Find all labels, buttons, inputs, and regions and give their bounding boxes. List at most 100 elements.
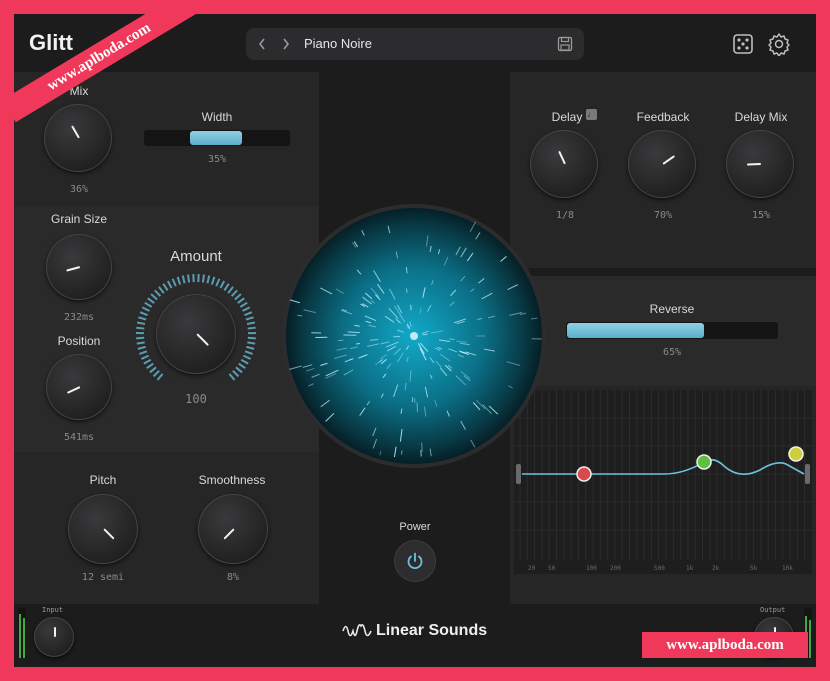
preset-prev-button[interactable] xyxy=(252,33,272,55)
amount-ring-tick xyxy=(136,336,145,340)
width-value: 35% xyxy=(207,154,227,165)
input-gain-knob[interactable] xyxy=(34,617,74,657)
settings-button[interactable] xyxy=(766,31,792,57)
amount-ring-tick xyxy=(176,276,182,285)
eq-freq-tick: 500 xyxy=(654,565,665,572)
amount-ring-tick xyxy=(156,373,164,381)
amount-ring-tick xyxy=(141,306,150,312)
preset-bar: Piano Noire xyxy=(246,28,584,60)
eq-node-high[interactable] xyxy=(788,446,804,462)
position-value: 541ms xyxy=(63,432,95,443)
waveform-logo-icon xyxy=(342,624,372,637)
pitch-knob[interactable] xyxy=(68,494,138,564)
delay-mix-label: Delay Mix xyxy=(734,110,788,124)
delay-mix-knob[interactable] xyxy=(726,130,794,198)
amount-ring-tick xyxy=(171,278,177,287)
power-icon xyxy=(407,552,423,570)
eq-highcut-handle[interactable] xyxy=(805,464,810,484)
amount-ring-tick xyxy=(150,293,158,301)
output-label: Output xyxy=(760,606,786,614)
smoothness-knob[interactable] xyxy=(198,494,268,564)
eq-freq-tick: 50 xyxy=(548,565,556,572)
gear-icon xyxy=(768,33,790,56)
amount-ring-tick xyxy=(245,316,254,321)
eq-node-low[interactable] xyxy=(576,466,592,482)
brand-name: Linear Sounds xyxy=(376,622,488,639)
amount-knob-indicator xyxy=(196,333,210,347)
amount-ring-tick xyxy=(247,326,256,330)
amount-ring-tick xyxy=(136,341,145,345)
amount-ring-tick xyxy=(146,362,154,370)
width-label: Width xyxy=(201,110,233,124)
position-label: Position xyxy=(57,334,101,348)
grain-size-value: 232ms xyxy=(63,312,95,323)
amount-ring-tick xyxy=(227,286,234,294)
position-knob[interactable] xyxy=(46,354,112,420)
amount-ring-tick xyxy=(223,283,230,291)
amount-ring-tick xyxy=(162,283,169,291)
feedback-knob[interactable] xyxy=(628,130,696,198)
eq-freq-tick: 10k xyxy=(782,565,793,572)
power-button[interactable] xyxy=(394,540,436,582)
plugin-title: Glitt xyxy=(29,30,73,55)
amount-ring-tick xyxy=(158,286,165,294)
amount-ring-tick xyxy=(244,350,253,355)
eq-freq-tick: 2k xyxy=(712,565,720,572)
chevron-left-icon xyxy=(258,38,265,50)
amount-ring-tick xyxy=(136,321,146,325)
amount-ring-tick xyxy=(215,278,221,287)
amount-ring-tick xyxy=(242,306,251,312)
mix-knob[interactable] xyxy=(44,104,112,172)
grain-size-knob-indicator xyxy=(66,266,81,272)
grain-particle xyxy=(405,288,408,293)
preset-next-button[interactable] xyxy=(276,33,296,55)
amount-ring-tick xyxy=(232,370,240,378)
amount-ring-tick xyxy=(154,289,162,297)
reverse-value: 65% xyxy=(662,347,682,358)
amount-ring-tick xyxy=(141,354,150,360)
delay-mix-knob-indicator xyxy=(746,163,762,166)
amount-ring-tick xyxy=(246,321,256,325)
amount-ring-tick xyxy=(138,316,147,321)
save-preset-button[interactable] xyxy=(554,34,576,54)
eq-freq-tick: 200 xyxy=(610,565,621,572)
preset-name[interactable]: Piano Noire xyxy=(304,36,372,51)
brand-logo: Linear Sounds xyxy=(342,620,487,642)
power-label: Power xyxy=(399,521,431,533)
delay-knob[interactable] xyxy=(530,130,598,198)
amount-ring-tick xyxy=(235,366,243,374)
eq-node-mid[interactable] xyxy=(696,454,712,470)
width-slider-fill xyxy=(190,131,242,145)
amount-ring-tick xyxy=(242,354,251,360)
smoothness-value: 8% xyxy=(226,572,240,583)
amount-ring-tick xyxy=(147,297,155,304)
amount-ring-tick xyxy=(206,275,211,284)
amount-ring-tick xyxy=(244,311,253,317)
width-slider[interactable] xyxy=(144,130,290,146)
note-icon[interactable]: ♩ xyxy=(586,109,597,120)
mix-value: 36% xyxy=(69,184,89,195)
amount-ring-tick xyxy=(247,341,256,345)
grain-size-knob[interactable] xyxy=(46,234,112,300)
feedback-value: 70% xyxy=(653,210,673,221)
amount-ring-tick xyxy=(187,274,191,283)
reverse-label: Reverse xyxy=(649,302,695,316)
amount-value: 100 xyxy=(185,392,207,406)
feedback-knob-indicator xyxy=(662,155,676,165)
amount-ring-tick xyxy=(152,370,160,378)
delay-mix-value: 15% xyxy=(751,210,771,221)
plugin-window: Glitt Piano Noire Mix 36% Width 35% Grai… xyxy=(14,14,816,667)
amount-ring-tick xyxy=(210,276,216,285)
amount-ring-tick xyxy=(247,336,256,340)
randomize-button[interactable] xyxy=(730,31,756,57)
smoothness-knob-indicator xyxy=(223,528,235,540)
eq-graph[interactable]: 20 50 100 200 500 1k 2k 5k 10k xyxy=(514,390,812,574)
amount-ring-tick xyxy=(201,274,205,283)
amount-ring-tick xyxy=(219,280,226,289)
reverse-slider[interactable] xyxy=(566,322,778,339)
grain-visualizer xyxy=(282,204,546,468)
amount-ring-tick xyxy=(234,293,242,301)
amount-ring-tick xyxy=(149,366,157,374)
amount-knob[interactable] xyxy=(156,294,236,374)
amount-ring-tick xyxy=(238,362,246,370)
